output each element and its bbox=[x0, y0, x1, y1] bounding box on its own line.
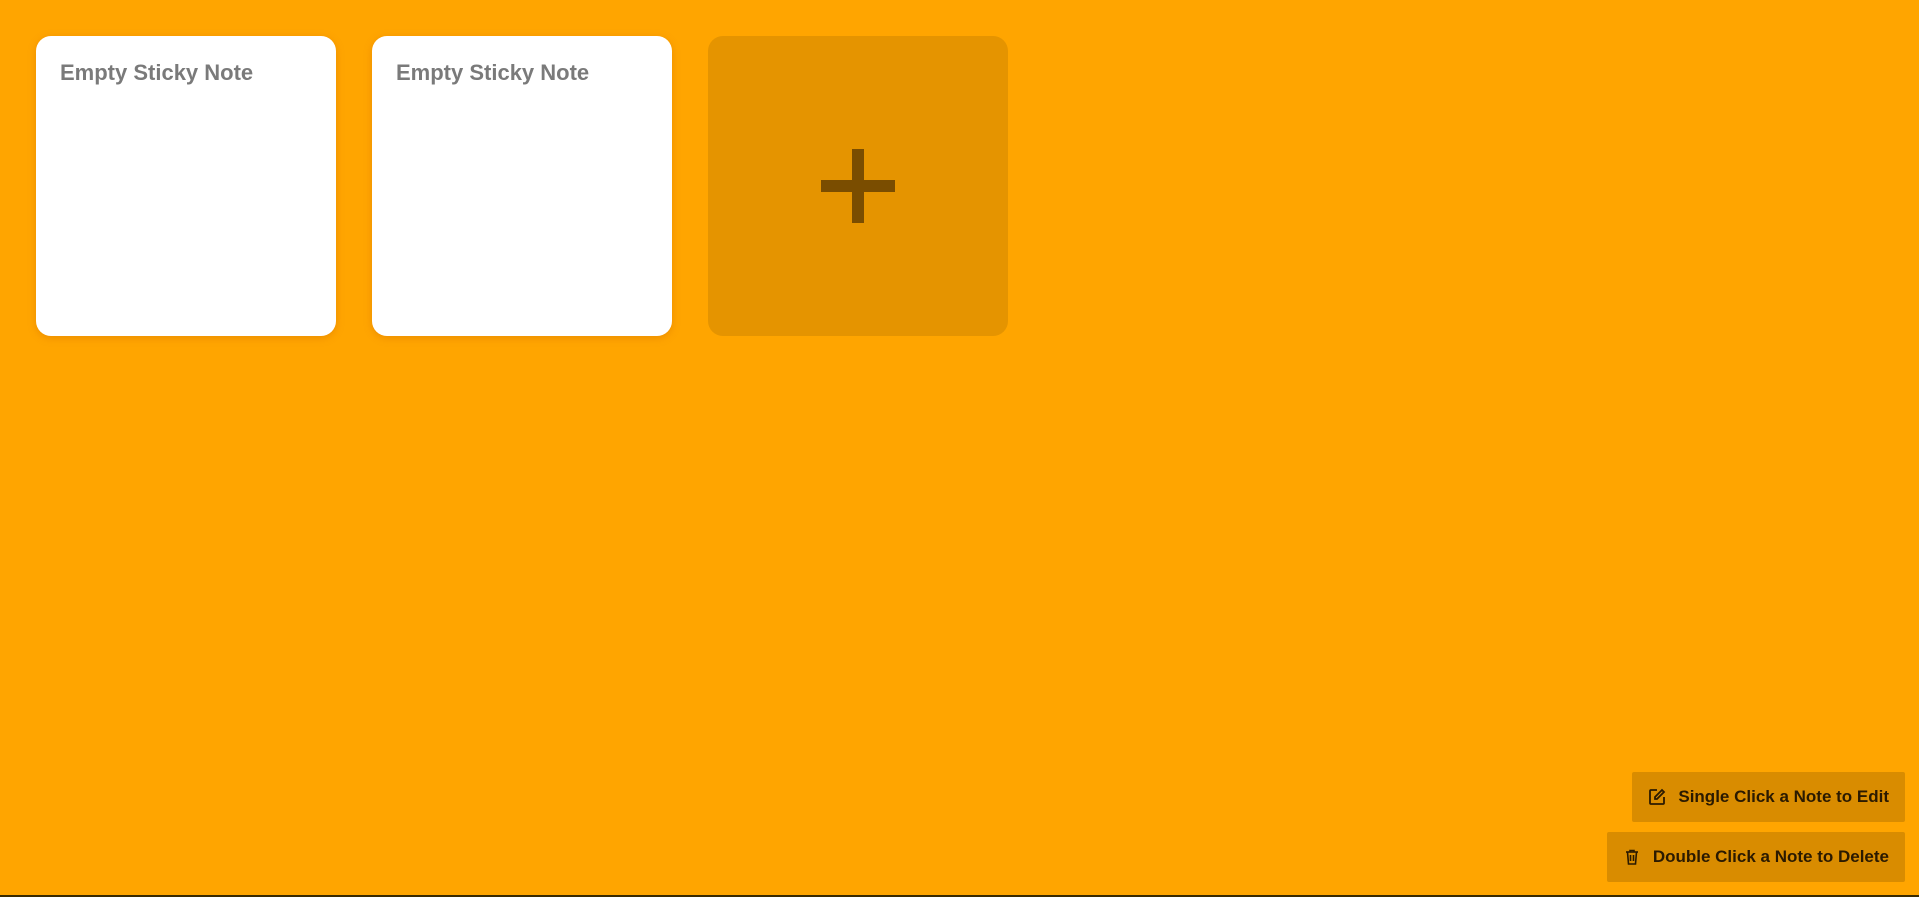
hints-panel: Single Click a Note to Edit Double Click… bbox=[1606, 772, 1905, 882]
edit-hint: Single Click a Note to Edit bbox=[1632, 772, 1905, 822]
sticky-note-text[interactable]: Empty Sticky Note bbox=[60, 60, 312, 86]
delete-hint: Double Click a Note to Delete bbox=[1606, 832, 1905, 882]
sticky-note[interactable]: Empty Sticky Note bbox=[36, 36, 336, 336]
trash-icon bbox=[1623, 848, 1641, 866]
edit-hint-label: Single Click a Note to Edit bbox=[1678, 787, 1889, 806]
delete-hint-label: Double Click a Note to Delete bbox=[1652, 847, 1889, 866]
add-note-button[interactable] bbox=[708, 36, 1008, 336]
notes-board: Empty Sticky Note Empty Sticky Note bbox=[36, 36, 1008, 336]
edit-icon bbox=[1648, 788, 1666, 806]
sticky-note[interactable]: Empty Sticky Note bbox=[372, 36, 672, 336]
sticky-note-text[interactable]: Empty Sticky Note bbox=[396, 60, 648, 86]
plus-icon bbox=[821, 149, 895, 223]
